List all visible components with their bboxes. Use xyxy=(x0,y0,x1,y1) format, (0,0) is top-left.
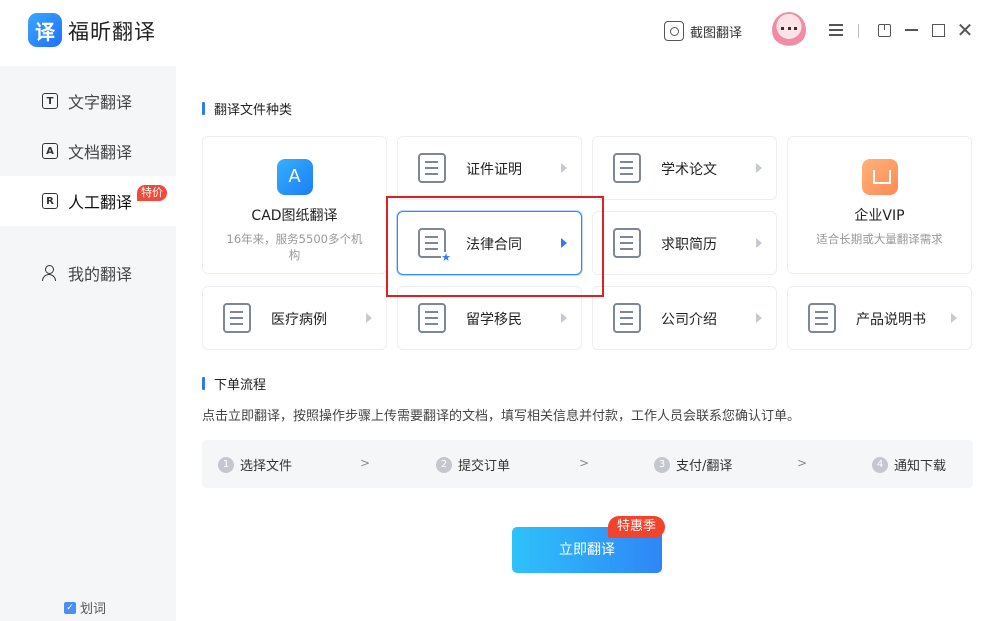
cad-icon: A xyxy=(276,159,313,195)
card-title: CAD图纸翻译 xyxy=(251,208,338,224)
step-number: 3 xyxy=(654,456,670,473)
sidebar-item-text-translate[interactable]: T 文字翻译 xyxy=(0,76,176,126)
close-icon[interactable]: ✕ xyxy=(955,18,975,42)
document-translate-icon: A xyxy=(42,143,58,159)
camera-icon xyxy=(664,21,684,41)
app-window: 译 福昕翻译 截图翻译 ✕ T 文字翻译 A 文档翻译 R 人工翻译 特价 我的… xyxy=(0,0,984,621)
card-thesis[interactable]: 学术论文 xyxy=(592,136,777,200)
step-separator: > xyxy=(797,456,808,470)
card-legal-contract[interactable]: 法律合同 xyxy=(397,211,582,275)
discount-badge: 特价 xyxy=(137,185,167,201)
step-separator: > xyxy=(360,456,371,470)
card-label: 法律合同 xyxy=(466,237,522,253)
pin-window-icon[interactable] xyxy=(874,20,894,40)
card-company-intro[interactable]: 公司介绍 xyxy=(592,286,777,350)
order-steps: 1 选择文件 > 2 提交订单 > 3 支付/翻译 > 4 通知下载 xyxy=(202,440,973,488)
section-title-order-flow: 下单流程 xyxy=(202,374,266,393)
section-title-file-types: 翻译文件种类 xyxy=(202,99,292,118)
promo-badge: 特惠季 xyxy=(608,516,666,538)
screenshot-translate-label: 截图翻译 xyxy=(690,25,743,41)
arrow-right-icon xyxy=(756,238,762,248)
card-desc: 适合长期或大量翻译需求 xyxy=(816,232,943,246)
document-icon xyxy=(613,153,641,183)
passport-icon xyxy=(418,303,446,333)
sidebar: T 文字翻译 A 文档翻译 R 人工翻译 特价 我的翻译 ✓ 划词 xyxy=(0,66,176,621)
company-icon xyxy=(613,303,641,333)
step-number: 4 xyxy=(872,456,888,473)
user-icon xyxy=(42,265,58,281)
sidebar-item-label: 人工翻译 xyxy=(68,193,133,212)
card-medical-record[interactable]: 医疗病例 xyxy=(202,286,387,350)
user-avatar[interactable] xyxy=(772,12,806,48)
main-panel: 翻译文件种类 A CAD图纸翻译 16年来，服务5500多个机构 证件证明 学术… xyxy=(176,66,984,621)
manual-icon xyxy=(808,303,836,333)
word-select-toggle[interactable]: ✓ 划词 xyxy=(64,598,106,617)
card-label: 留学移民 xyxy=(466,312,522,328)
card-resume[interactable]: 求职简历 xyxy=(592,211,777,275)
screenshot-translate-button[interactable]: 截图翻译 xyxy=(664,19,742,43)
card-cad-translate[interactable]: A CAD图纸翻译 16年来，服务5500多个机构 xyxy=(202,136,387,274)
card-study-immigration[interactable]: 留学移民 xyxy=(397,286,582,350)
step-label: 提交订单 xyxy=(458,459,511,474)
arrow-right-icon xyxy=(561,163,567,173)
card-label: 求职简历 xyxy=(661,237,717,253)
sidebar-item-label: 文字翻译 xyxy=(68,93,133,112)
maximize-icon[interactable] xyxy=(928,20,948,40)
card-product-manual[interactable]: 产品说明书 xyxy=(787,286,972,350)
sidebar-item-label: 我的翻译 xyxy=(68,265,133,284)
step-label: 通知下载 xyxy=(894,459,947,474)
card-desc: 16年来，服务5500多个机构 xyxy=(226,232,363,262)
human-translate-icon: R xyxy=(42,193,58,209)
id-card-icon xyxy=(418,153,446,183)
arrow-right-icon xyxy=(561,313,567,323)
text-translate-icon: T xyxy=(42,93,58,109)
card-label: 公司介绍 xyxy=(661,312,717,328)
card-label: 学术论文 xyxy=(661,162,717,178)
word-select-label: 划词 xyxy=(80,602,107,617)
title-bar: 译 福昕翻译 截图翻译 ✕ xyxy=(0,0,984,66)
card-title: 企业VIP xyxy=(854,208,905,224)
card-label: 医疗病例 xyxy=(271,312,327,328)
minimize-icon[interactable] xyxy=(901,20,921,40)
step-2: 2 提交订单 xyxy=(436,455,510,474)
sidebar-item-my-translations[interactable]: 我的翻译 xyxy=(0,248,176,298)
app-name: 福昕翻译 xyxy=(68,20,156,44)
arrow-right-icon xyxy=(756,313,762,323)
arrow-right-icon xyxy=(951,313,957,323)
step-label: 支付/翻译 xyxy=(676,459,733,474)
sidebar-item-document-translate[interactable]: A 文档翻译 xyxy=(0,126,176,176)
sidebar-item-label: 文档翻译 xyxy=(68,143,133,162)
arrow-right-icon xyxy=(561,238,567,248)
card-certificate[interactable]: 证件证明 xyxy=(397,136,582,200)
sidebar-item-human-translate[interactable]: R 人工翻译 特价 xyxy=(0,176,176,226)
arrow-right-icon xyxy=(366,313,372,323)
clipboard-icon xyxy=(223,303,251,333)
checkbox-checked-icon[interactable]: ✓ xyxy=(64,601,76,614)
step-3: 3 支付/翻译 xyxy=(654,455,732,474)
contract-icon xyxy=(418,228,451,263)
menu-icon[interactable] xyxy=(826,20,846,40)
divider xyxy=(858,24,859,38)
flow-description: 点击立即翻译，按照操作步骤上传需要翻译的文档，填写相关信息并付款，工作人员会联系… xyxy=(202,409,801,424)
resume-icon xyxy=(613,228,641,258)
step-1: 1 选择文件 xyxy=(218,455,292,474)
card-label: 产品说明书 xyxy=(856,312,926,328)
step-separator: > xyxy=(579,456,590,470)
card-enterprise-vip[interactable]: 企业VIP 适合长期或大量翻译需求 xyxy=(787,136,972,274)
app-logo-icon: 译 xyxy=(28,13,62,47)
step-number: 2 xyxy=(436,456,452,473)
step-label: 选择文件 xyxy=(240,459,293,474)
crown-icon xyxy=(861,159,898,195)
step-number: 1 xyxy=(218,456,234,473)
arrow-right-icon xyxy=(756,163,762,173)
step-4: 4 通知下载 xyxy=(872,455,946,474)
card-label: 证件证明 xyxy=(466,162,522,178)
